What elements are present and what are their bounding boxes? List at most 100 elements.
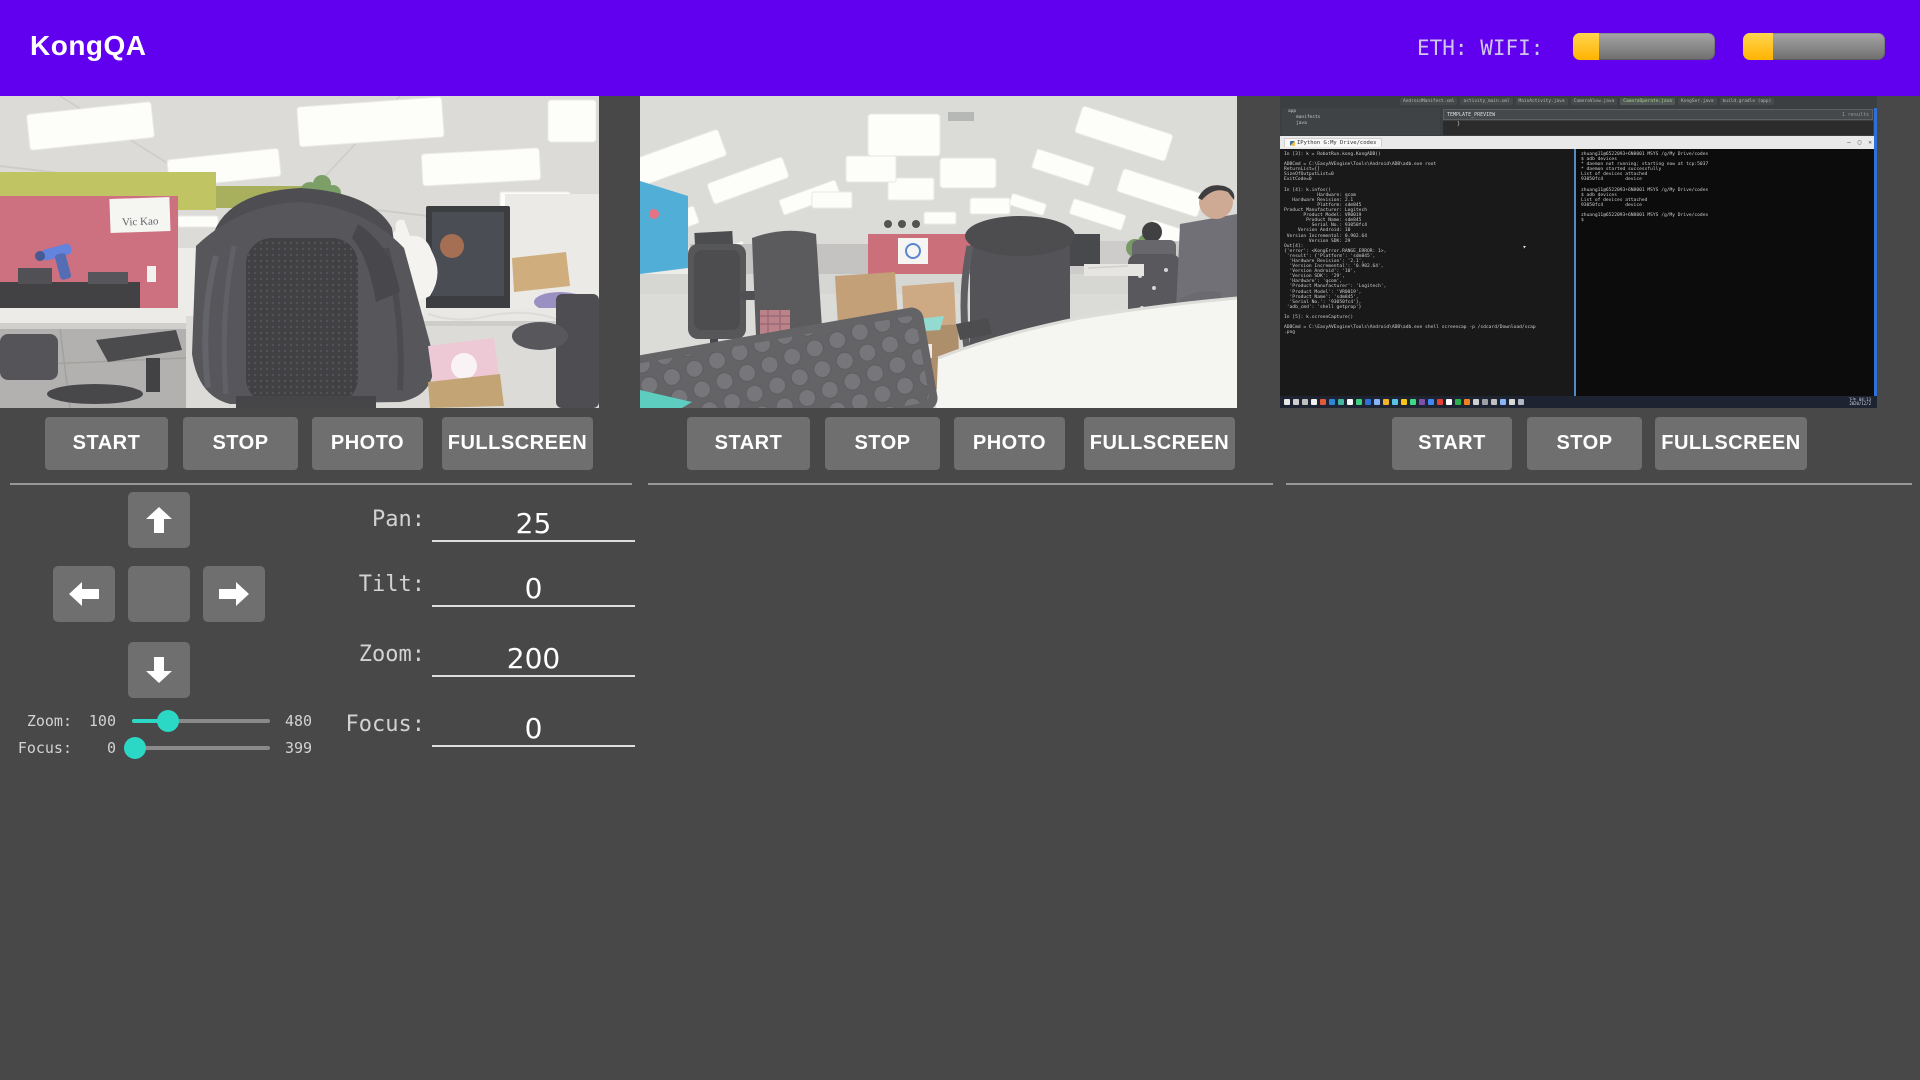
ide-search-results: 1 results (1842, 112, 1869, 118)
cam1-photo-button[interactable]: PHOTO (312, 417, 423, 470)
focus-slider-row: Focus: 0 399 (10, 735, 330, 761)
tilt-field-row: Tilt: 0 (0, 561, 635, 605)
zoom-slider-min: 100 (76, 712, 116, 730)
cam3-stop-button[interactable]: STOP (1527, 417, 1642, 470)
taskbar-app-icon (1329, 399, 1335, 405)
app-title: KongQA (30, 30, 147, 62)
pan-input[interactable]: 25 (432, 496, 635, 542)
pan-value: 25 (516, 509, 552, 540)
ipython-window-titlebar: IPython G:My Drive/codes – ▢ ✕ (1280, 136, 1877, 149)
taskbar-app-icon (1446, 399, 1452, 405)
zoom-slider-row: Zoom: 100 480 (10, 708, 330, 734)
cam1-fullscreen-button[interactable]: FULLSCREEN (442, 417, 593, 470)
ide-code-line: } (1443, 121, 1873, 135)
zoom-input[interactable]: 200 (432, 631, 635, 677)
taskbar-app-icon (1428, 399, 1434, 405)
ipython-console: In [3]: k = RobotRun.kong.KongADB() ADBC… (1280, 149, 1574, 396)
app-header: KongQA ETH: WIFI: (0, 0, 1920, 96)
taskbar-app-icon (1419, 399, 1425, 405)
focus-slider-thumb[interactable] (124, 737, 146, 759)
focus-value: 0 (525, 714, 543, 745)
close-icon: ✕ (1868, 139, 1872, 146)
panel3-divider (1286, 483, 1912, 485)
focus-slider-min: 0 (76, 739, 116, 757)
zoom-field-row: Zoom: 200 (0, 631, 635, 675)
focus-label: Focus: (346, 712, 425, 737)
ide-editor-tabs: AndroidManifest.xmlactivity_main.xmlMain… (1400, 98, 1875, 105)
panel1-divider (10, 483, 632, 485)
eth-label: ETH: (1417, 36, 1468, 60)
cam2-fullscreen-button[interactable]: FULLSCREEN (1084, 417, 1235, 470)
taskbar-app-icon (1374, 399, 1380, 405)
zoom-value: 200 (507, 644, 560, 675)
taskbar-app-icon (1410, 399, 1416, 405)
taskbar-app-icon (1347, 399, 1353, 405)
tilt-label: Tilt: (359, 572, 425, 597)
taskbar-app-icon (1392, 399, 1398, 405)
eth-level-bar[interactable] (1573, 33, 1715, 60)
ide-search-bar: TEMPLATE_PREVIEW 1 results (1443, 109, 1873, 120)
zoom-slider-label: Zoom: (10, 712, 72, 730)
taskbar-app-icon (1320, 399, 1326, 405)
taskbar-app-icon (1491, 399, 1497, 405)
zoom-slider-max: 480 (285, 712, 327, 730)
wifi-level-fill (1743, 33, 1773, 60)
maximize-icon: ▢ (1858, 139, 1862, 146)
taskbar-app-icon (1500, 399, 1506, 405)
cam3-fullscreen-button[interactable]: FULLSCREEN (1655, 417, 1807, 470)
windows-taskbar: 下午 04:132020/12/2 (1280, 396, 1877, 408)
cam1-stop-button[interactable]: STOP (183, 417, 298, 470)
camera-1-feed: Vic Kao (0, 96, 599, 408)
zoom-slider-thumb[interactable] (157, 710, 179, 732)
ide-window: AndroidManifest.xmlactivity_main.xmlMain… (1280, 96, 1877, 136)
ide-project-tree: appmanifestsjava (1282, 108, 1440, 135)
taskbar-app-icon (1455, 399, 1461, 405)
remote-desktop-screenshot: AndroidManifest.xmlactivity_main.xmlMain… (1280, 96, 1877, 408)
focus-slider-track[interactable] (132, 746, 270, 750)
ipython-window-title: IPython G:My Drive/codes (1297, 140, 1376, 146)
taskbar-app-icon (1482, 399, 1488, 405)
camera-1-scene: Vic Kao (0, 96, 599, 408)
tilt-input[interactable]: 0 (432, 561, 635, 607)
cam3-start-button[interactable]: START (1392, 417, 1512, 470)
taskbar-app-icon (1311, 399, 1317, 405)
focus-input[interactable]: 0 (432, 701, 635, 747)
wifi-level-bar[interactable] (1743, 33, 1885, 60)
ipython-window-tab: IPython G:My Drive/codes (1284, 138, 1382, 147)
ide-search-text: TEMPLATE_PREVIEW (1447, 112, 1495, 118)
taskbar-app-icon (1401, 399, 1407, 405)
taskbar-app-icon (1437, 399, 1443, 405)
minimize-icon: – (1847, 139, 1851, 146)
taskbar-icons (1284, 399, 1524, 405)
zoom-slider-track[interactable] (132, 719, 270, 723)
taskbar-clock: 下午 04:132020/12/2 (1849, 398, 1871, 407)
pan-field-row: Pan: 25 (0, 496, 635, 540)
zoom-label: Zoom: (359, 642, 425, 667)
tilt-value: 0 (525, 574, 543, 605)
cam2-start-button[interactable]: START (687, 417, 810, 470)
kongqa-app: KongQA ETH: WIFI: (0, 0, 1920, 1080)
camera-3-feed: AndroidManifest.xmlactivity_main.xmlMain… (1280, 96, 1877, 408)
panel2-divider (648, 483, 1273, 485)
taskbar-app-icon (1356, 399, 1362, 405)
cam1-start-button[interactable]: START (45, 417, 168, 470)
pan-label: Pan: (372, 507, 425, 532)
camera-2-scene (640, 96, 1237, 408)
taskbar-app-icon (1383, 399, 1389, 405)
eth-level-fill (1573, 33, 1599, 60)
taskbar-app-icon (1302, 399, 1308, 405)
window-edge-strip (1874, 108, 1877, 396)
msys-terminal: zhuang11@6522093+6N8001 MSYS /g/My Drive… (1576, 149, 1877, 396)
taskbar-app-icon (1365, 399, 1371, 405)
terminal-split: In [3]: k = RobotRun.kong.KongADB() ADBC… (1280, 149, 1877, 396)
focus-slider-label: Focus: (10, 739, 72, 757)
taskbar-app-icon (1338, 399, 1344, 405)
taskbar-app-icon (1284, 399, 1290, 405)
taskbar-app-icon (1473, 399, 1479, 405)
window-controls: – ▢ ✕ (1847, 139, 1877, 146)
focus-slider-max: 399 (285, 739, 327, 757)
wifi-label: WIFI: (1480, 36, 1543, 60)
cam2-photo-button[interactable]: PHOTO (954, 417, 1065, 470)
camera-2-feed (640, 96, 1237, 408)
cam2-stop-button[interactable]: STOP (825, 417, 940, 470)
